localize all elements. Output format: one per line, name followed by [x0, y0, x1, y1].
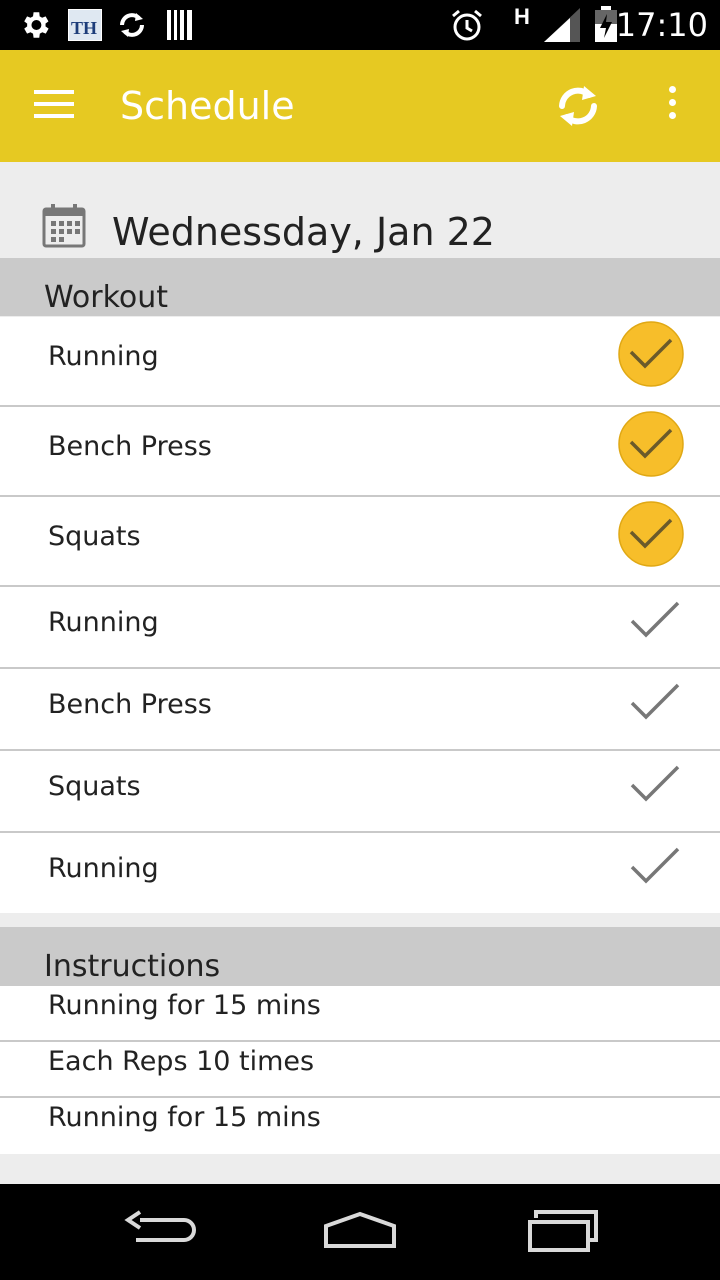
workout-item[interactable]: Running [0, 587, 720, 669]
instruction-item: Running for 15 mins [0, 986, 720, 1042]
date-label: Wednessday, Jan 22 [112, 210, 495, 254]
instruction-text: Running for 15 mins [48, 1102, 321, 1133]
instruction-item: Each Reps 10 times [0, 1042, 720, 1098]
recents-icon[interactable] [524, 1208, 602, 1254]
section-title-instructions: Instructions [44, 949, 221, 984]
instruction-item: Running for 15 mins [0, 1098, 720, 1154]
completed-check-icon[interactable] [618, 321, 684, 387]
alarm-icon [452, 9, 482, 41]
workout-name: Running [48, 607, 159, 638]
instruction-text: Each Reps 10 times [48, 1046, 315, 1077]
battery-icon [595, 6, 617, 42]
sync-status-icon [120, 13, 144, 37]
completed-check-icon[interactable] [618, 501, 684, 567]
completed-check-icon[interactable] [618, 411, 684, 477]
workout-item[interactable]: Running [0, 317, 720, 407]
check-icon[interactable] [630, 601, 680, 641]
back-icon[interactable] [122, 1208, 198, 1252]
signal-icon [544, 8, 580, 42]
check-icon[interactable] [630, 847, 680, 887]
home-icon[interactable] [320, 1208, 400, 1252]
news-app-label: TH [71, 18, 98, 38]
workout-name: Squats [48, 521, 141, 552]
workout-item[interactable]: Bench Press [0, 669, 720, 751]
workout-name: Running [48, 853, 159, 884]
workout-list: Running Bench Press Squats Running Bench… [0, 317, 720, 913]
check-icon[interactable] [630, 765, 680, 805]
workout-item[interactable]: Squats [0, 497, 720, 587]
workout-name: Bench Press [48, 689, 212, 720]
section-header-instructions: Instructions [0, 927, 720, 986]
date-row: Wednessday, Jan 22 [0, 162, 720, 258]
app-bar: Schedule [0, 50, 720, 162]
barcode-icon [167, 10, 192, 40]
sync-icon[interactable] [552, 80, 604, 132]
settings-icon [24, 12, 49, 38]
workout-item[interactable]: Squats [0, 751, 720, 833]
workout-name: Bench Press [48, 431, 212, 462]
status-bar: TH H 17:10 [0, 0, 720, 50]
overflow-menu-icon[interactable] [660, 86, 684, 130]
menu-icon[interactable] [34, 90, 78, 122]
calendar-icon [42, 204, 86, 248]
check-icon[interactable] [630, 683, 680, 723]
workout-item[interactable]: Running [0, 833, 720, 913]
navigation-bar [0, 1184, 720, 1280]
instruction-text: Running for 15 mins [48, 990, 321, 1021]
workout-item[interactable]: Bench Press [0, 407, 720, 497]
instructions-list: Running for 15 mins Each Reps 10 times R… [0, 986, 720, 1154]
news-app-icon: TH [68, 9, 102, 41]
clock-time: 17:10 [615, 6, 708, 44]
section-title-workout: Workout [44, 280, 169, 315]
network-type-label: H [514, 4, 530, 29]
workout-name: Squats [48, 771, 141, 802]
workout-name: Running [48, 341, 159, 372]
section-header-workout: Workout [0, 258, 720, 316]
page-title: Schedule [120, 84, 295, 128]
